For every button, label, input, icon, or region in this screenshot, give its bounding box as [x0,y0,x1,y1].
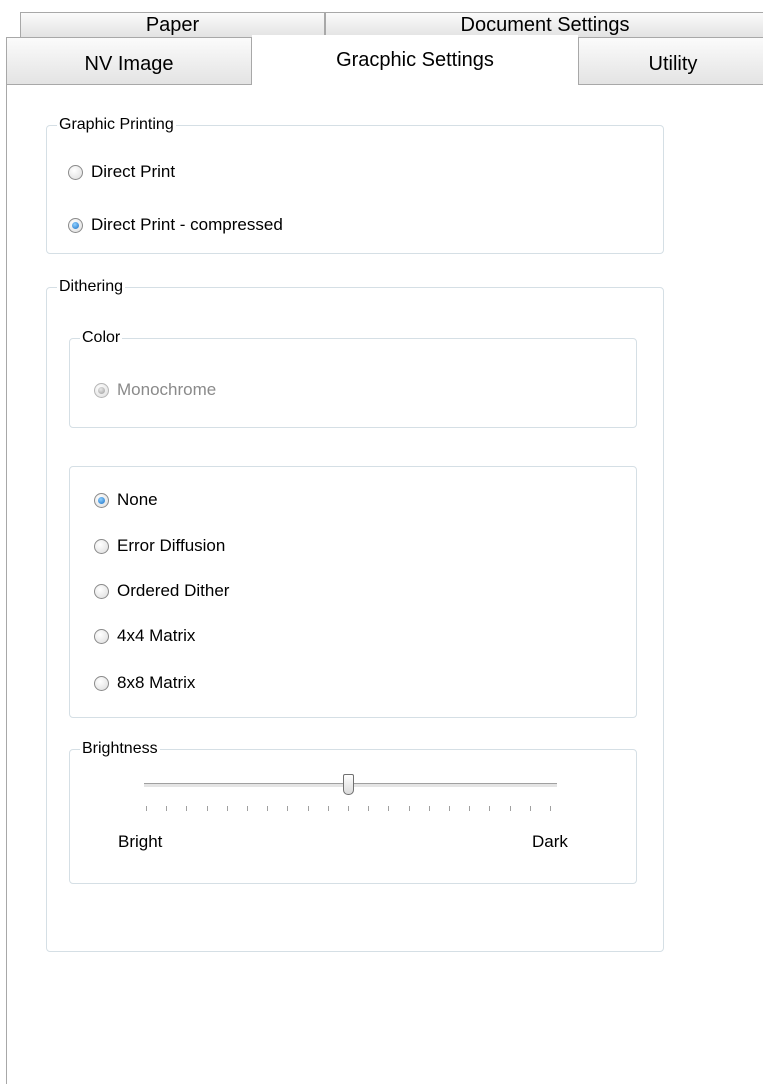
tab-nv-image[interactable]: NV Image [6,37,252,85]
brightness-slider-tick [146,806,147,811]
color-legend: Color [82,329,121,346]
brightness-slider-tick [510,806,511,811]
brightness-group: Brightness [69,740,637,884]
radio-8x8-matrix[interactable]: 8x8 Matrix [94,673,195,693]
radio-ordered-dither-bullet [94,583,109,599]
dithering-legend: Dithering [59,278,124,295]
brightness-slider-tick [227,806,228,811]
brightness-slider-tick [489,806,490,811]
brightness-slider-tick [469,806,470,811]
brightness-slider-tick [308,806,309,811]
radio-none-label: None [117,490,158,509]
tab-document-settings[interactable]: Document Settings [325,12,763,37]
brightness-min-label: Bright [118,832,163,851]
tab-utility-label: Utility [648,53,698,75]
brightness-slider-tick [348,806,349,811]
tab-document-settings-label: Document Settings [460,14,630,36]
brightness-slider-tick [287,806,288,811]
radio-none[interactable]: None [94,490,158,510]
brightness-slider-tick [429,806,430,811]
tab-graphic-settings-label: Gracphic Settings [336,49,494,71]
color-group: Color [69,329,637,428]
tab-graphic-settings[interactable]: Gracphic Settings [252,35,578,86]
brightness-slider-tick [328,806,329,811]
radio-monochrome-bullet [94,382,109,398]
brightness-slider-tick [368,806,369,811]
radio-direct-print-compressed-bullet [68,217,83,233]
radio-8x8-matrix-label: 8x8 Matrix [117,673,196,692]
radio-direct-print-label: Direct Print [91,162,176,181]
radio-monochrome[interactable]: Monochrome [94,380,216,400]
radio-direct-print-compressed[interactable]: Direct Print - compressed [68,215,283,235]
radio-error-diffusion-label: Error Diffusion [117,536,226,555]
radio-ordered-dither[interactable]: Ordered Dither [94,581,229,601]
brightness-slider-tick [550,806,551,811]
tab-nv-image-label: NV Image [84,53,174,75]
tab-paper-label: Paper [145,14,200,36]
radio-direct-print[interactable]: Direct Print [68,162,175,182]
tab-utility[interactable]: Utility [578,37,763,85]
brightness-slider-tick [388,806,389,811]
brightness-slider-tick [267,806,268,811]
brightness-slider-tick [449,806,450,811]
radio-monochrome-label: Monochrome [117,380,217,399]
brightness-slider-tick [247,806,248,811]
brightness-slider-tick [409,806,410,811]
brightness-slider-thumb[interactable] [343,774,354,795]
radio-8x8-matrix-bullet [94,675,109,691]
brightness-slider-tick [530,806,531,811]
radio-ordered-dither-label: Ordered Dither [117,581,230,600]
radio-none-bullet [94,492,109,508]
brightness-slider-tick [186,806,187,811]
radio-4x4-matrix[interactable]: 4x4 Matrix [94,626,195,646]
radio-error-diffusion-bullet [94,538,109,554]
radio-4x4-matrix-label: 4x4 Matrix [117,626,196,645]
radio-direct-print-bullet [68,164,83,180]
brightness-slider-tick [207,806,208,811]
brightness-legend: Brightness [82,740,158,757]
graphic-printing-legend: Graphic Printing [59,116,174,133]
brightness-slider-tick [166,806,167,811]
brightness-max-label: Dark [532,832,568,851]
radio-4x4-matrix-bullet [94,628,109,644]
tab-paper[interactable]: Paper [20,12,325,37]
radio-error-diffusion[interactable]: Error Diffusion [94,536,225,556]
radio-direct-print-compressed-label: Direct Print - compressed [91,215,283,234]
